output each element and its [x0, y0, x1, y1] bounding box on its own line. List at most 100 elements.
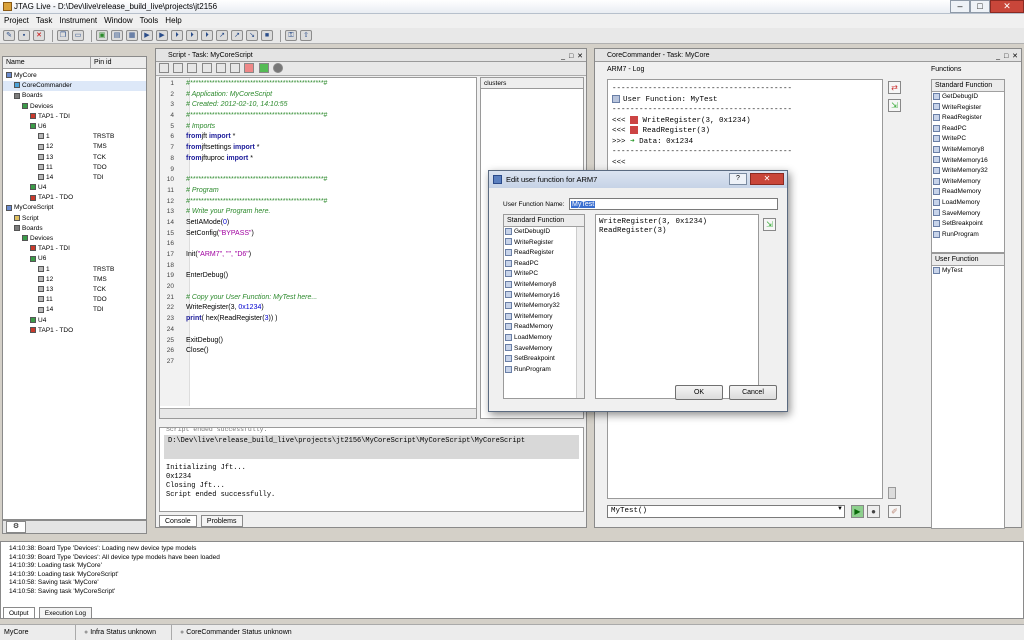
save-icon[interactable]: ▪ — [18, 30, 30, 41]
run-icon[interactable]: ▶ — [141, 30, 153, 41]
function-list-item[interactable]: WritePC — [932, 134, 1004, 145]
menu-help[interactable]: Help — [165, 14, 181, 28]
name-input[interactable]: MyTest — [569, 198, 778, 210]
tree-node[interactable]: Devices — [3, 102, 146, 112]
chevron-down-icon[interactable]: ▼ — [835, 506, 845, 517]
function-list-item[interactable]: WriteMemory — [504, 312, 574, 323]
tree-node[interactable]: 1 TRSTB — [3, 265, 146, 275]
maximize-button[interactable]: □ — [970, 0, 990, 13]
tree-node[interactable]: TAP1 - TDI — [3, 112, 146, 122]
function-list-item[interactable]: LoadMemory — [932, 198, 1004, 209]
function-list-item[interactable]: GetDebugID — [504, 227, 574, 238]
clear-log-icon[interactable]: ⇄ — [888, 81, 901, 94]
tree-node[interactable]: MyCoreScript — [3, 203, 146, 213]
stop-icon[interactable]: ■ — [261, 30, 273, 41]
tree-node[interactable]: 13 TCK — [3, 285, 146, 295]
project-tab-icon[interactable]: ⚙ — [6, 521, 26, 533]
tree-node[interactable]: U6 — [3, 254, 146, 264]
tree-node[interactable]: 12 TMS — [3, 275, 146, 285]
tree-node[interactable]: 11 TDO — [3, 295, 146, 305]
function-list-item[interactable]: WriteMemory — [932, 177, 1004, 188]
stop-command-button[interactable]: ● — [867, 505, 880, 518]
log-scrollbar[interactable] — [888, 487, 896, 499]
function-list-item[interactable]: SaveMemory — [932, 209, 1004, 220]
step-icon[interactable]: ⏵ — [171, 30, 183, 41]
flag-icon[interactable] — [244, 63, 255, 73]
dialog-close-button[interactable]: ✕ — [750, 173, 784, 185]
run-step-icon[interactable]: ▶ — [156, 30, 168, 41]
script-window-controls[interactable]: _ □ ✕ — [561, 50, 584, 63]
insert-function-icon[interactable]: ⇲ — [763, 218, 776, 231]
tree-node[interactable]: 14 TDI — [3, 305, 146, 315]
cut-icon[interactable] — [173, 63, 184, 73]
dialog-list-scrollbar[interactable] — [576, 227, 584, 398]
tree-node[interactable]: TAP1 - TDI — [3, 244, 146, 254]
copy-icon[interactable]: ❐ — [57, 30, 69, 41]
tree-node[interactable]: U4 — [3, 183, 146, 193]
function-list-item[interactable]: WriteMemory8 — [504, 280, 574, 291]
delete-icon[interactable]: ✕ — [33, 30, 45, 41]
undo-icon[interactable] — [215, 63, 226, 73]
function-list-item[interactable]: SaveMemory — [504, 344, 574, 355]
export-log-icon[interactable]: ⇲ — [888, 99, 901, 112]
function-list-item[interactable]: ReadPC — [932, 124, 1004, 135]
pin-icon[interactable]: ↗ — [216, 30, 228, 41]
code-editor[interactable]: 1 #**************************************… — [159, 77, 477, 419]
command-input[interactable]: MyTest() — [607, 505, 845, 518]
pin-icon-3[interactable]: ↘ — [246, 30, 258, 41]
tree-node[interactable]: U6 — [3, 122, 146, 132]
function-list-item[interactable]: MyTest — [932, 266, 1004, 277]
function-list-item[interactable]: ReadMemory — [504, 322, 574, 333]
function-list-item[interactable]: WriteMemory32 — [504, 301, 574, 312]
function-list-item[interactable]: ReadMemory — [932, 187, 1004, 198]
export-icon[interactable]: ⇧ — [300, 30, 312, 41]
tree-node[interactable]: MyCore — [3, 71, 146, 81]
tab-problems[interactable]: Problems — [200, 515, 243, 527]
wand-icon[interactable]: ✎ — [3, 30, 15, 41]
tree-node[interactable]: TAP1 - TDO — [3, 193, 146, 203]
stop-icon[interactable] — [272, 63, 283, 73]
copy-icon[interactable] — [187, 63, 198, 73]
close-button[interactable]: ✕ — [990, 0, 1024, 13]
run-icon[interactable] — [258, 63, 269, 73]
ok-button[interactable]: OK — [675, 385, 723, 400]
function-list-item[interactable]: WriteMemory32 — [932, 166, 1004, 177]
col-pin-id[interactable]: Pin id — [91, 57, 112, 68]
function-list-item[interactable]: GetDebugID — [932, 92, 1004, 103]
window-icon[interactable]: ▭ — [72, 30, 84, 41]
function-code-editor[interactable]: WriteRegister(3, 0x1234) ReadRegister(3) — [595, 214, 759, 399]
step-icon-2[interactable]: ⏵ — [186, 30, 198, 41]
pin-icon-2[interactable]: ↗ — [231, 30, 243, 41]
brush-icon[interactable]: ✐ — [888, 505, 901, 518]
paste-icon[interactable] — [201, 63, 212, 73]
tree-node[interactable]: 14 TDI — [3, 173, 146, 183]
help-button[interactable]: ? — [729, 173, 747, 185]
menu-project[interactable]: Project — [4, 14, 29, 28]
tree-node[interactable]: Boards — [3, 91, 146, 101]
tree-node[interactable]: Script — [3, 214, 146, 224]
tree-node[interactable]: 12 TMS — [3, 142, 146, 152]
tree-node[interactable]: 1 TRSTB — [3, 132, 146, 142]
function-list-item[interactable]: LoadMemory — [504, 333, 574, 344]
tree-node[interactable]: Boards — [3, 224, 146, 234]
function-list-item[interactable]: ReadPC — [504, 259, 574, 270]
menu-task[interactable]: Task — [36, 14, 52, 28]
function-list-item[interactable]: WriteMemory16 — [932, 156, 1004, 167]
tree-node[interactable]: Devices — [3, 234, 146, 244]
lock-icon[interactable]: ⚿ — [285, 30, 297, 41]
function-list-item[interactable]: WritePC — [504, 269, 574, 280]
clusters-tab[interactable]: clusters — [481, 78, 583, 89]
cancel-button[interactable]: Cancel — [729, 385, 777, 400]
board-icon[interactable]: ▤ — [111, 30, 123, 41]
chip-icon[interactable]: ▣ — [96, 30, 108, 41]
chip-icon-2[interactable]: ▦ — [126, 30, 138, 41]
editor-hscroll[interactable] — [160, 408, 476, 418]
menu-tools[interactable]: Tools — [140, 14, 159, 28]
function-list-item[interactable]: WriteMemory8 — [932, 145, 1004, 156]
tree-node[interactable]: 13 TCK — [3, 153, 146, 163]
minimize-button[interactable]: – — [950, 0, 970, 13]
cc-window-controls[interactable]: _ □ ✕ — [996, 50, 1019, 63]
step-icon-3[interactable]: ⏵ — [201, 30, 213, 41]
run-command-button[interactable]: ▶ — [851, 505, 864, 518]
tree-node[interactable]: TAP1 - TDO — [3, 326, 146, 336]
